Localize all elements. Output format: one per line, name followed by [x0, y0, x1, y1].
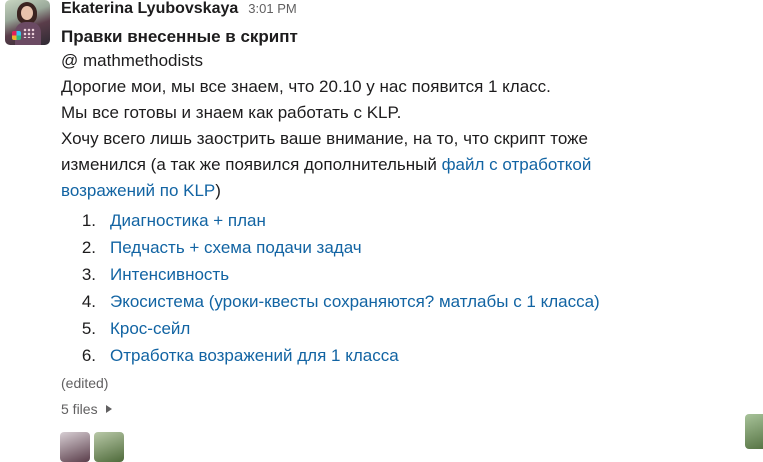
user-thumbnail[interactable]	[94, 432, 124, 462]
list-link[interactable]: Интенсивность	[110, 261, 229, 288]
changes-list: 1. Диагностика + план 2. Педчасть + схема …	[61, 207, 751, 369]
list-item: 1. Диагностика + план	[61, 207, 751, 234]
paragraph-line-1: Хочу всего лишь заострить ваше внимание,…	[61, 129, 588, 148]
user-thumbnail[interactable]	[60, 432, 90, 462]
paragraph-close: )	[215, 181, 221, 200]
list-link[interactable]: Отработка возражений для 1 класса	[110, 342, 399, 369]
avatar-face	[21, 6, 33, 20]
list-number: 3.	[81, 265, 96, 284]
list-number: 2.	[81, 238, 96, 257]
list-item: 6. Отработка возражений для 1 класса	[61, 342, 751, 369]
slack-logo-icon	[12, 31, 21, 40]
list-item: 3. Интенсивность	[61, 261, 751, 288]
edited-label: (edited)	[61, 375, 109, 391]
paragraph-line-3: возражений по KLP)	[61, 178, 751, 204]
list-link[interactable]: Экосистема (уроки-квесты сохраняются? ма…	[110, 288, 600, 315]
list-number: 6.	[81, 346, 96, 365]
list-item: 4. Экосистема (уроки-квесты сохраняются? …	[61, 288, 751, 315]
message: Ekaterina Lyubovskaya 3:01 PM Правки вне…	[61, 0, 751, 419]
avatar-pattern	[23, 28, 35, 38]
files-toggle[interactable]: 5 files	[61, 399, 751, 419]
paragraph-text: изменился (а так же появился дополнитель…	[61, 155, 442, 174]
files-count: 5 files	[61, 401, 98, 417]
message-line-1: Дорогие мои, мы все знаем, что 20.10 у н…	[61, 77, 551, 96]
objection-file-link-cont[interactable]: возражений по KLP	[61, 181, 215, 200]
message-line-2: Мы все готовы и знаем как работать с KLP…	[61, 103, 402, 122]
list-number: 1.	[81, 211, 96, 230]
message-header: Ekaterina Lyubovskaya 3:01 PM	[61, 0, 751, 22]
list-link[interactable]: Крос-сейл	[110, 315, 190, 342]
paragraph-line-2: изменился (а так же появился дополнитель…	[61, 152, 751, 178]
list-number: 5.	[81, 319, 96, 338]
author-name[interactable]: Ekaterina Lyubovskaya	[61, 0, 238, 18]
list-item: 5. Крос-сейл	[61, 315, 751, 342]
list-number: 4.	[81, 292, 96, 311]
list-link[interactable]: Диагностика + план	[110, 207, 266, 234]
side-avatar[interactable]	[745, 414, 763, 449]
message-title: Правки внесенные в скрипт	[61, 27, 298, 46]
list-link[interactable]: Педчасть + схема подачи задач	[110, 234, 362, 261]
caret-right-icon	[105, 405, 112, 413]
list-item: 2. Педчасть + схема подачи задач	[61, 234, 751, 261]
mention[interactable]: @ mathmethodists	[61, 48, 751, 74]
file-thumbnails	[60, 432, 124, 462]
objection-file-link[interactable]: файл с отработкой	[442, 155, 592, 174]
author-avatar[interactable]	[5, 0, 50, 45]
message-timestamp[interactable]: 3:01 PM	[248, 1, 296, 16]
